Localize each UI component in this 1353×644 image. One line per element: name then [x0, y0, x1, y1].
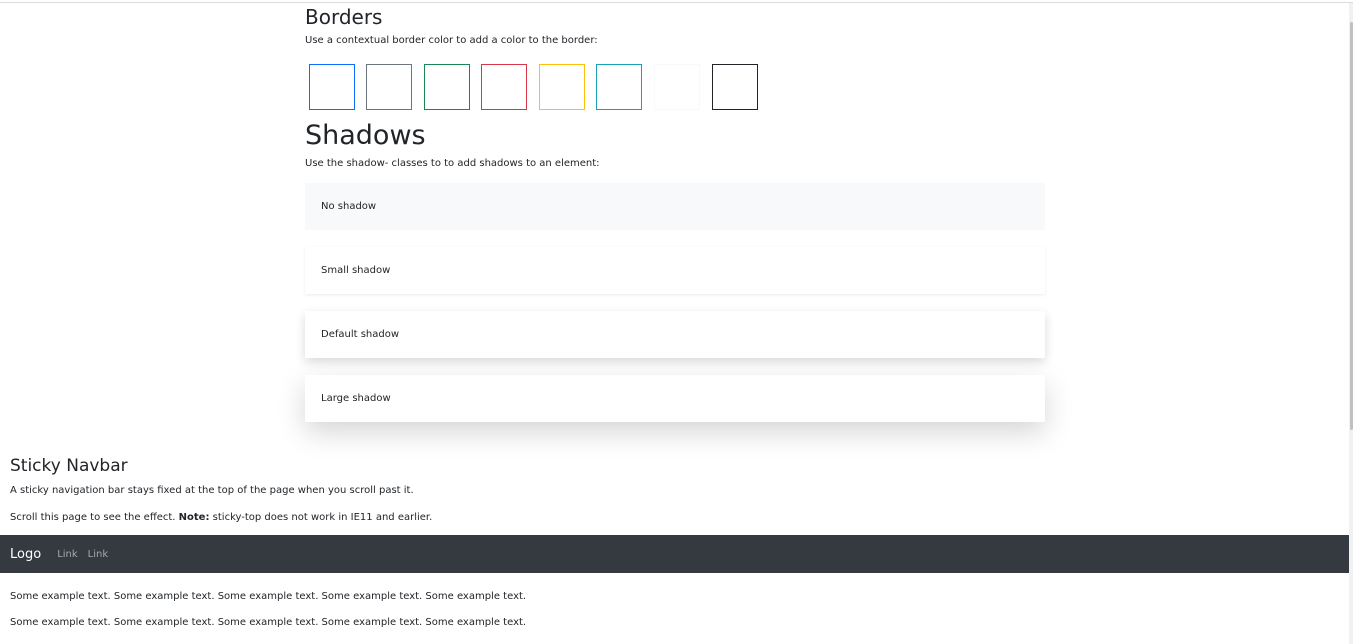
border-box-dark [712, 64, 758, 110]
sticky-navbar-description: A sticky navigation bar stays fixed at t… [10, 485, 414, 496]
large-shadow-box: Large shadow [305, 375, 1045, 422]
shadows-description: Use the shadow- classes to to add shadow… [305, 158, 600, 169]
default-shadow-box: Default shadow [305, 311, 1045, 358]
shadows-heading: Shadows [305, 120, 426, 151]
top-divider [0, 2, 1353, 3]
sticky-navbar-note: Scroll this page to see the effect. Note… [10, 511, 432, 525]
note-suffix: sticky-top does not work in IE11 and ear… [212, 512, 433, 523]
sticky-navbar-heading: Sticky Navbar [10, 456, 128, 476]
navbar-brand-logo[interactable]: Logo [10, 547, 41, 562]
border-box-secondary [366, 64, 412, 110]
example-paragraph-2: Some example text. Some example text. So… [10, 617, 527, 628]
no-shadow-label: No shadow [321, 201, 377, 212]
borders-heading: Borders [305, 5, 383, 29]
note-prefix: Scroll this page to see the effect. [10, 512, 176, 523]
border-box-success [424, 64, 470, 110]
note-bold: Note: [178, 512, 210, 523]
borders-description: Use a contextual border color to add a c… [305, 35, 598, 46]
nav-link-2[interactable]: Link [88, 549, 108, 560]
no-shadow-box: No shadow [305, 183, 1045, 230]
default-shadow-label: Default shadow [321, 329, 400, 340]
small-shadow-label: Small shadow [321, 265, 391, 276]
large-shadow-label: Large shadow [321, 393, 391, 404]
border-box-primary [309, 64, 355, 110]
nav-link-1[interactable]: Link [57, 549, 77, 560]
border-box-warning [539, 64, 585, 110]
border-box-danger [481, 64, 527, 110]
border-box-light [654, 64, 700, 110]
border-box-info [596, 64, 642, 110]
example-paragraph-1: Some example text. Some example text. So… [10, 591, 527, 602]
small-shadow-box: Small shadow [305, 247, 1045, 294]
sticky-navbar: Logo Link Link [0, 535, 1349, 573]
